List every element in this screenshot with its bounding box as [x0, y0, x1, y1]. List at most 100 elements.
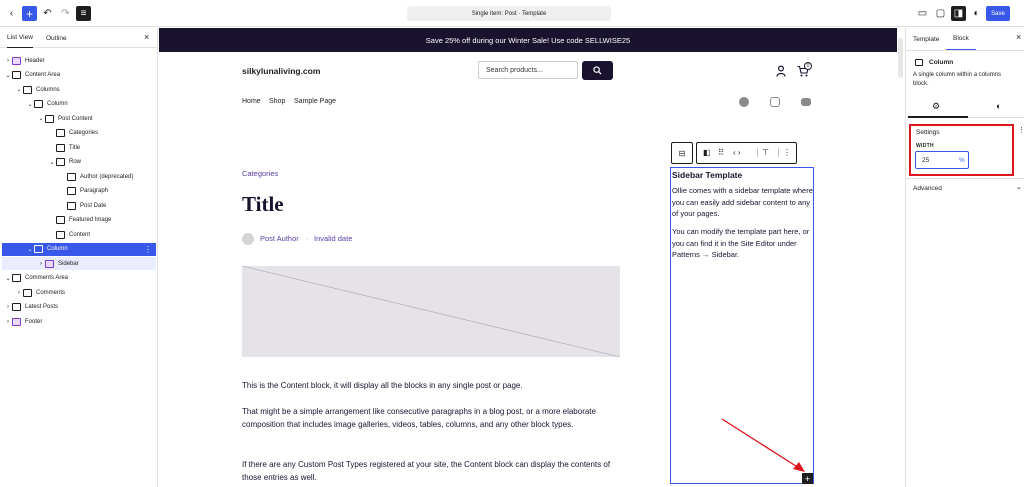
nav-shop[interactable]: Shop	[269, 98, 285, 105]
chevron-icon[interactable]: ›	[15, 290, 23, 296]
back-icon[interactable]: ‹	[4, 6, 19, 21]
tab-template[interactable]: Template	[913, 28, 939, 50]
tab-outline[interactable]: Outline	[46, 28, 67, 48]
document-title[interactable]: Single item: Post · Template	[407, 6, 611, 21]
options-icon[interactable]: ⋮	[778, 148, 791, 157]
instagram-icon[interactable]	[770, 97, 780, 107]
comments-icon	[23, 288, 32, 297]
tree-item[interactable]: Featured Image	[2, 214, 156, 227]
vertical-align-icon[interactable]: ⊤	[757, 148, 769, 157]
annotation-arrow	[721, 418, 805, 472]
width-unit-select[interactable]: %	[959, 157, 965, 164]
tree-item[interactable]: Categories	[2, 127, 156, 140]
save-button[interactable]: Save	[986, 6, 1010, 21]
chevron-icon[interactable]: ⌄	[15, 86, 23, 93]
tree-item[interactable]: ⌄ Column	[2, 98, 156, 111]
post-title[interactable]: Title	[242, 192, 284, 217]
search-button[interactable]	[582, 61, 613, 80]
tree-item[interactable]: › Latest Posts	[2, 301, 156, 314]
close-icon[interactable]: ×	[144, 32, 149, 42]
categories-icon	[56, 129, 65, 137]
chevron-icon[interactable]: ›	[37, 261, 45, 267]
options-icon[interactable]: ⋮	[144, 245, 152, 254]
chevron-icon[interactable]: ⌄	[26, 246, 34, 253]
tree-item[interactable]: Post Date	[2, 199, 156, 212]
search-input[interactable]: Search products...	[478, 61, 578, 79]
view-icon[interactable]: ▢	[933, 6, 948, 21]
nav-sample-page[interactable]: Sample Page	[294, 98, 336, 105]
tree-item[interactable]: ⌄ Post Content	[2, 112, 156, 125]
styles-icon[interactable]: ◐	[996, 101, 1001, 111]
nav-home[interactable]: Home	[242, 98, 261, 105]
redo-icon[interactable]: ↷	[58, 6, 73, 21]
tree-item[interactable]: › Footer	[2, 315, 156, 328]
width-field[interactable]: 25 %	[915, 151, 969, 169]
divider	[906, 178, 1024, 179]
tree-item-label: Latest Posts	[25, 304, 59, 310]
undo-icon[interactable]: ↶	[40, 6, 55, 21]
tree-item-label: Footer	[25, 318, 43, 325]
featured-image-placeholder[interactable]	[242, 266, 620, 357]
column-icon	[915, 59, 923, 66]
scroll-thumb[interactable]	[898, 38, 903, 78]
styles-icon[interactable]: ◐	[969, 6, 984, 21]
sidebar-paragraph[interactable]: You can modify the template part here, o…	[672, 226, 814, 261]
content-paragraph[interactable]: If there are any Custom Post Types regis…	[242, 458, 622, 484]
gear-icon[interactable]: ⚙	[932, 101, 940, 112]
tree-item[interactable]: Paragraph	[2, 185, 156, 198]
settings-options-icon[interactable]: ⋮	[1018, 126, 1024, 134]
desktop-preview-icon[interactable]: ▭	[915, 6, 930, 21]
chevron-icon[interactable]: ›	[4, 304, 12, 310]
tree-item[interactable]: ⌄ Content Area	[2, 69, 156, 82]
chevron-icon[interactable]: ⌄	[4, 72, 12, 79]
tree-item-label: Post Date	[80, 202, 107, 209]
tree-item-label: Header	[25, 57, 45, 64]
drag-handle-icon[interactable]: ⠿	[718, 148, 724, 157]
youtube-icon[interactable]	[801, 98, 811, 106]
cart-count-badge: 0	[804, 62, 812, 70]
tree-item[interactable]: › Comments	[2, 286, 156, 299]
user-icon[interactable]	[776, 65, 786, 77]
tree-item[interactable]: ⌄ Comments Area	[2, 272, 156, 285]
settings-toggle-icon[interactable]: ◨	[951, 6, 966, 21]
post-content-icon	[45, 114, 54, 123]
group-icon	[12, 303, 21, 311]
chevron-icon[interactable]: ›	[4, 58, 12, 64]
document-overview-icon[interactable]: ≡	[76, 6, 91, 21]
tab-block[interactable]: Block	[946, 28, 976, 50]
chevron-icon[interactable]: ⌄	[26, 101, 34, 108]
tree-item[interactable]: ⌄ Row	[2, 156, 156, 169]
sidebar-paragraph[interactable]: Ollie comes with a sidebar template wher…	[672, 185, 814, 220]
width-value[interactable]: 25	[922, 157, 929, 164]
advanced-panel-toggle[interactable]: Advanced	[913, 185, 942, 192]
chevron-icon[interactable]: ›	[4, 319, 12, 325]
content-paragraph[interactable]: This is the Content block, it will displ…	[242, 379, 622, 392]
tree-item[interactable]: ⌄ Columns	[2, 83, 156, 96]
tree-item[interactable]: Author (deprecated)	[2, 170, 156, 183]
tree-item[interactable]: › Header	[2, 54, 156, 67]
tree-item[interactable]: ⌄ Column ⋮	[2, 242, 156, 256]
chevron-down-icon[interactable]: ⌄	[1016, 183, 1022, 191]
post-date[interactable]: Invalid date	[314, 234, 352, 243]
close-icon[interactable]: ×	[1016, 32, 1021, 42]
facebook-icon[interactable]	[739, 97, 749, 107]
tree-item[interactable]: Content	[2, 228, 156, 241]
tree-item[interactable]: Title	[2, 141, 156, 154]
post-author[interactable]: Post Author	[260, 234, 299, 243]
site-title[interactable]: silkylunaliving.com	[242, 66, 320, 76]
parent-block-selector[interactable]: ⊟	[671, 142, 693, 164]
content-paragraph[interactable]: That might be a simple arrangement like …	[242, 405, 622, 431]
chevron-icon[interactable]: ⌄	[48, 159, 56, 166]
row-icon	[56, 158, 65, 166]
sidebar-title[interactable]: Sidebar Template	[672, 170, 742, 180]
tree-item[interactable]: › Sidebar	[2, 257, 156, 270]
add-block-button[interactable]: +	[22, 6, 37, 21]
move-arrows-icon[interactable]: ‹ ›	[733, 148, 741, 157]
chevron-icon[interactable]: ⌄	[4, 275, 12, 282]
tab-list-view[interactable]: List View	[7, 28, 33, 48]
chevron-icon[interactable]: ⌄	[37, 115, 45, 122]
canvas-scrollbar[interactable]	[897, 28, 905, 487]
column-icon[interactable]: ◧	[703, 148, 711, 157]
template-part-icon	[45, 259, 54, 268]
post-categories[interactable]: Categories	[242, 169, 278, 178]
